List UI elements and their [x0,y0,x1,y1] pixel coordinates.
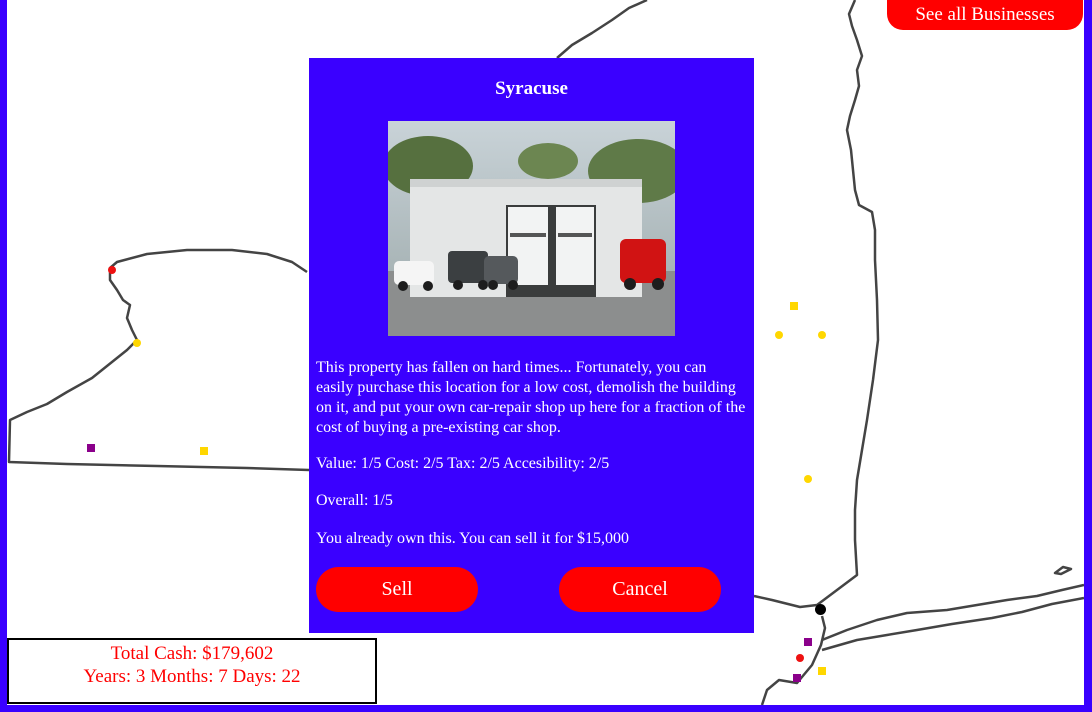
modal-title: Syracuse [495,78,568,99]
marker-purple-square[interactable] [87,444,95,452]
marker-yellow-circle[interactable] [804,475,812,483]
player-status-panel: Total Cash: $179,602 Years: 3 Months: 7 … [7,638,377,704]
marker-purple-square[interactable] [804,638,812,646]
marker-yellow-circle[interactable] [818,331,826,339]
property-description: This property has fallen on hard times..… [316,359,746,436]
marker-red-circle[interactable] [108,266,116,274]
marker-black-circle[interactable] [815,604,826,615]
sell-button[interactable]: Sell [316,567,478,612]
marker-yellow-square[interactable] [790,302,798,310]
see-all-businesses-button[interactable]: See all Businesses [887,0,1083,30]
marker-yellow-circle[interactable] [775,331,783,339]
property-ratings: Value: 1/5 Cost: 2/5 Tax: 2/5 Accesibili… [316,455,610,472]
total-cash: Total Cash: $179,602 [110,643,274,664]
marker-yellow-square[interactable] [200,447,208,455]
marker-purple-square[interactable] [793,674,801,682]
elapsed-time: Years: 3 Months: 7 Days: 22 [83,666,301,687]
marker-yellow-square[interactable] [818,667,826,675]
marker-red-circle[interactable] [796,654,804,662]
ownership-status: You already own this. You can sell it fo… [316,530,630,547]
property-modal: Syracuse This property has fallen on har… [309,58,754,633]
property-overall-rating: Overall: 1/5 [316,492,393,509]
cancel-button[interactable]: Cancel [559,567,721,612]
marker-yellow-circle[interactable] [133,339,141,347]
property-photo [388,121,675,336]
